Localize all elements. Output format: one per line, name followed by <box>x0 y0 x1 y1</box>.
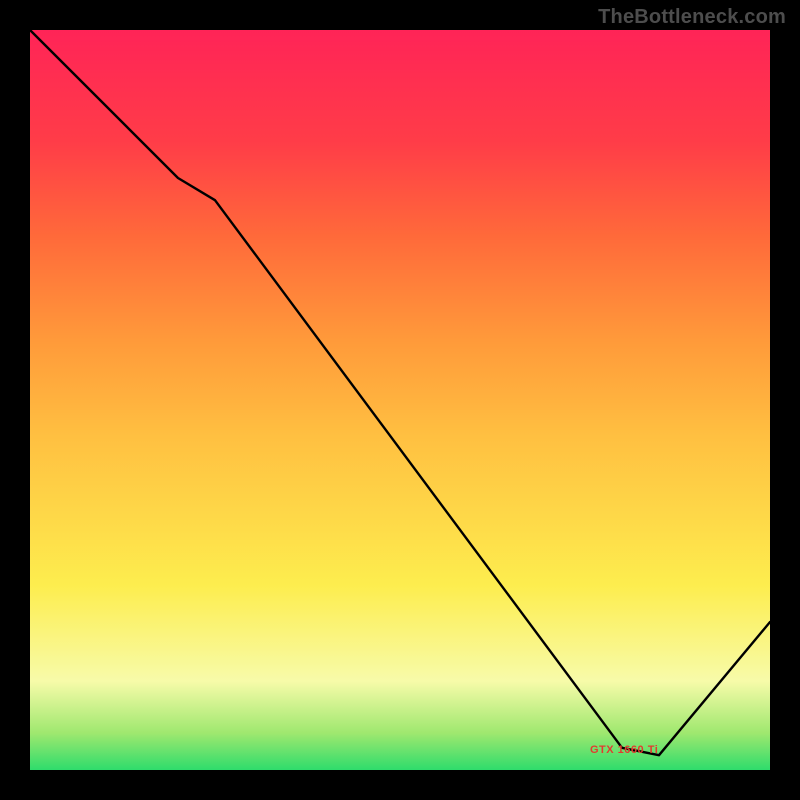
watermark-text: TheBottleneck.com <box>598 6 786 29</box>
chart-frame: TheBottleneck.com GTX 1660 Ti <box>0 0 800 800</box>
bottleneck-curve-path <box>30 30 770 755</box>
plot-area: GTX 1660 Ti <box>30 30 770 770</box>
bottleneck-curve-svg <box>30 30 770 770</box>
series-legend-label: GTX 1660 Ti <box>590 744 658 756</box>
